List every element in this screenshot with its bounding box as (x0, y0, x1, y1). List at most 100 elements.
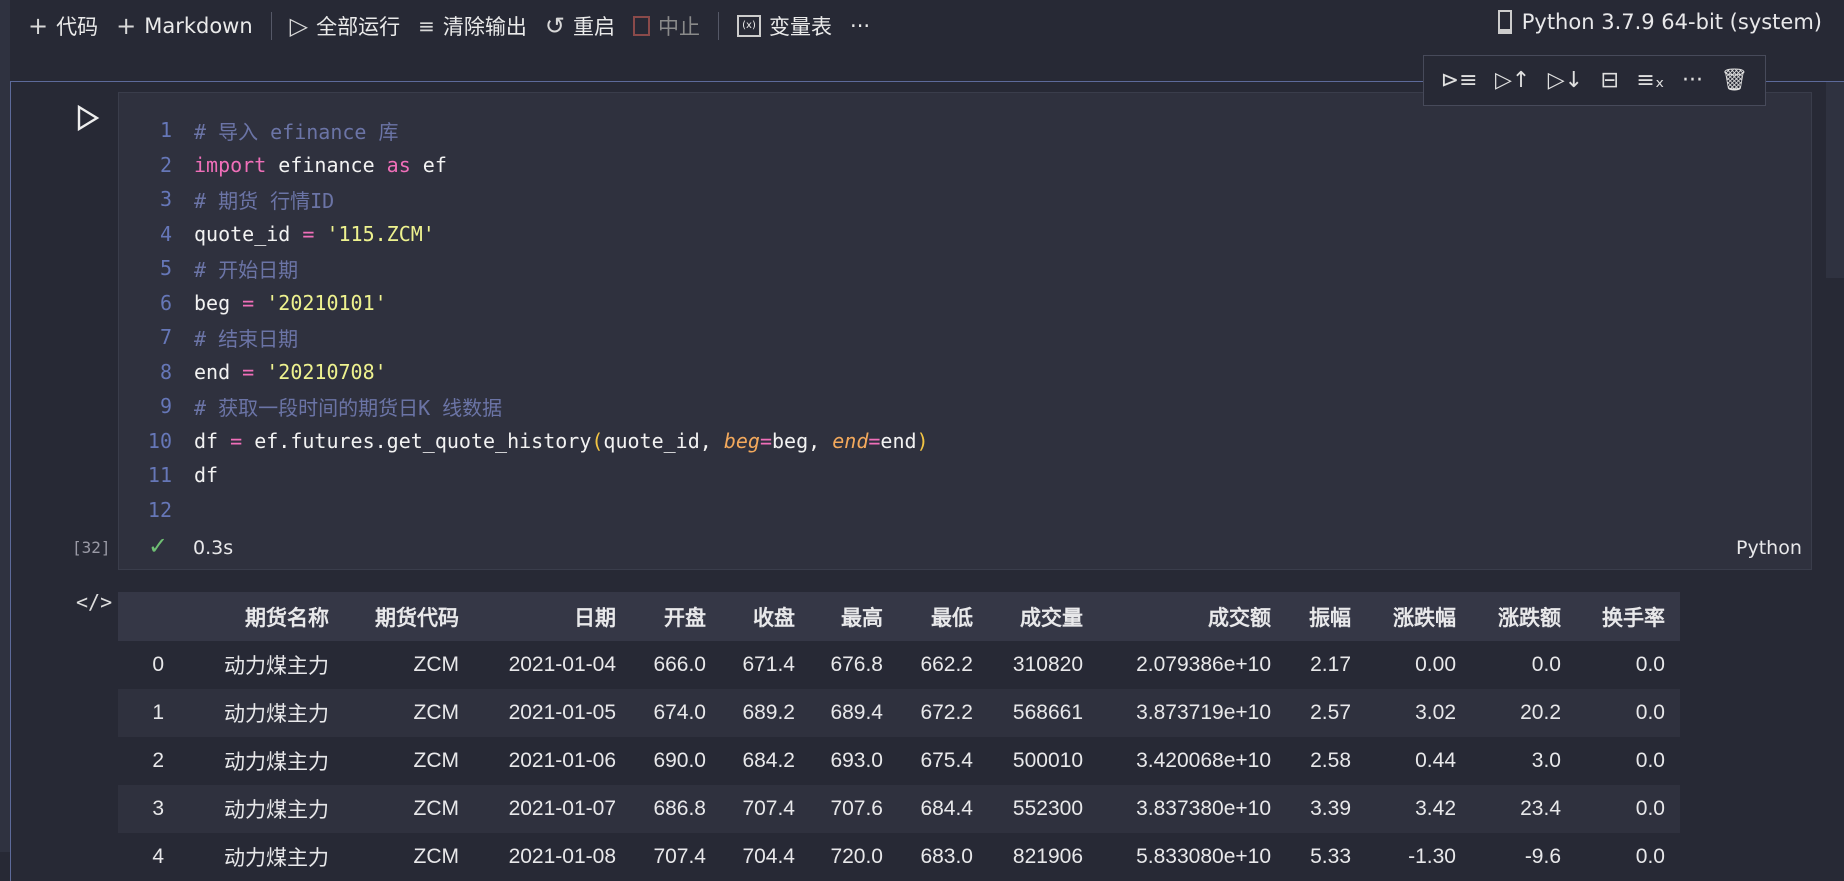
table-cell: 684.2 (742, 749, 795, 772)
run-all-button[interactable]: ▷ 全部运行 (290, 11, 400, 41)
add-code-button[interactable]: + 代码 (28, 11, 98, 41)
code-token: quote_id (194, 221, 303, 246)
variables-label: 变量表 (769, 15, 833, 39)
table-cell: ZCM (413, 653, 460, 676)
table-cell: 568661 (1012, 701, 1083, 724)
restart-icon: ↺ (544, 12, 566, 40)
line-number: 12 (147, 497, 172, 522)
table-row: 4 动力煤主力 ZCM 2021-01-08 707.4 704.4 720.0 683.0 8… (118, 833, 1680, 881)
code-token: beg (723, 428, 760, 453)
table-cell: 310820 (1012, 653, 1083, 676)
clear-output-button[interactable]: ≡ 清除输出 (418, 11, 527, 41)
code-token: end (832, 428, 869, 453)
code-line: 2 import efinance as ef (119, 148, 929, 183)
table-cell: 676.8 (830, 653, 883, 676)
variables-icon: (x) (737, 15, 762, 37)
divider (718, 12, 720, 40)
table-cell: 2.17 (1310, 653, 1351, 676)
code-token: beg (194, 290, 243, 315)
table-cell: 0.0 (1635, 749, 1665, 772)
line-number: 6 (159, 290, 172, 315)
kernel-picker[interactable]: Python 3.7.9 64-bit (system) (1497, 10, 1822, 34)
code-token: df (194, 428, 231, 453)
table-cell: 690.0 (653, 749, 706, 772)
table-cell: 动力煤主力 (224, 655, 329, 678)
code-token: as (386, 152, 411, 177)
table-cell: 662.2 (920, 653, 973, 676)
code-editor[interactable]: 1 # 导入 efinance 库 2 import efinance as ef 3 #… (118, 92, 1812, 570)
more-icon[interactable]: ··· (1682, 68, 1703, 93)
code-token: ef (410, 152, 447, 177)
split-cell-icon[interactable]: ⊟ (1601, 68, 1619, 93)
line-number: 8 (159, 359, 172, 384)
line-number: 2 (159, 152, 172, 177)
cell-language[interactable]: Python (1736, 537, 1802, 559)
table-cell: 674.0 (653, 701, 706, 724)
line-number: 1 (159, 118, 172, 143)
column-header: 涨跌额 (1498, 606, 1561, 630)
interrupt-button[interactable]: 中止 (633, 11, 700, 41)
table-header: 期货名称 期货代码 日期 开盘 收盘 最高 最低 成交量 成交额 振幅 涨跌幅 涨跌额 换手率 (118, 592, 1680, 641)
run-all-icon: ▷ (289, 12, 309, 40)
run-above-icon[interactable]: ▷↑ (1495, 68, 1530, 93)
table-cell: 3.837380e+10 (1136, 797, 1271, 820)
column-header: 期货名称 (245, 606, 329, 630)
table-cell: 666.0 (653, 653, 706, 676)
clear-output-icon[interactable]: ≡ₓ (1636, 68, 1664, 93)
success-check-icon: ✓ (148, 532, 169, 560)
line-number: 11 (147, 463, 172, 488)
table-cell: 5.833080e+10 (1136, 845, 1271, 868)
code-line: 12 (119, 493, 929, 528)
row-index: 2 (152, 749, 164, 772)
plus-icon: + (116, 12, 137, 40)
variables-button[interactable]: (x) 变量表 (737, 11, 832, 41)
table-cell: 动力煤主力 (224, 703, 329, 726)
code-token: ef.futures.get_quote_history (242, 428, 592, 453)
execution-duration: 0.3s (193, 537, 234, 559)
add-code-label: 代码 (56, 15, 99, 39)
table-cell: 0.00 (1415, 653, 1456, 676)
table-cell: 686.8 (653, 797, 706, 820)
code-token: end (194, 359, 243, 384)
stop-icon (633, 16, 651, 36)
row-index: 0 (152, 653, 164, 676)
more-button[interactable]: ··· (850, 14, 870, 38)
add-markdown-button[interactable]: + Markdown (116, 12, 253, 40)
code-token: end (880, 428, 917, 453)
table-cell: 2.58 (1310, 749, 1351, 772)
table-cell: 704.4 (742, 845, 795, 868)
restart-button[interactable]: ↺ 重启 (545, 11, 615, 41)
table-cell: 2021-01-08 (508, 845, 616, 868)
table-cell: 动力煤主力 (224, 847, 329, 870)
code-line: 9 # 获取一段时间的期货日K 线数据 (119, 389, 929, 424)
clear-all-icon: ≡ (418, 14, 435, 38)
table-cell: 动力煤主力 (224, 751, 329, 774)
kernel-icon (1497, 10, 1512, 34)
table-cell: 3.02 (1415, 701, 1456, 724)
table-cell: 500010 (1012, 749, 1083, 772)
line-number: 4 (159, 221, 172, 246)
delete-icon[interactable]: 🗑 (1720, 68, 1748, 93)
kernel-label: Python 3.7.9 64-bit (system) (1521, 10, 1822, 34)
run-cell-icon[interactable] (76, 104, 100, 132)
table-cell: 0.0 (1635, 701, 1665, 724)
output-code-icon[interactable]: </> (76, 590, 112, 614)
run-by-line-icon[interactable]: ⊳≡ (1441, 68, 1478, 93)
table-cell: 2021-01-05 (508, 701, 616, 724)
table-cell: 720.0 (830, 845, 883, 868)
code-token: # 期货 行情ID (194, 188, 335, 213)
table-cell: 2021-01-06 (508, 749, 616, 772)
code-token: # 结束日期 (194, 326, 299, 351)
row-index: 3 (152, 797, 164, 820)
table-cell: 0.0 (1635, 845, 1665, 868)
table-row: 0 动力煤主力 ZCM 2021-01-04 666.0 671.4 676.8 662.2 3… (118, 641, 1680, 689)
run-below-icon[interactable]: ▷↓ (1548, 68, 1583, 93)
line-number: 10 (147, 428, 172, 453)
table-cell: 5.33 (1310, 845, 1351, 868)
column-header: 日期 (574, 606, 616, 630)
column-header: 成交额 (1208, 606, 1271, 630)
code-line: 1 # 导入 efinance 库 (119, 113, 929, 148)
plus-icon: + (28, 12, 49, 40)
